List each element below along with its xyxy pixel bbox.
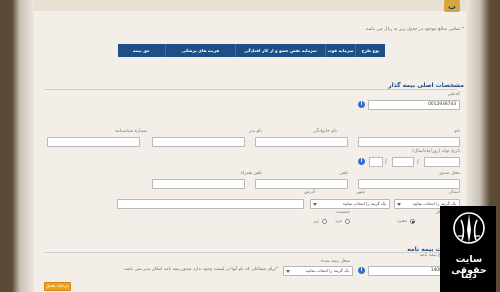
male-option-label: مرد bbox=[334, 219, 342, 224]
family-input[interactable] bbox=[255, 137, 348, 147]
date-separator: / bbox=[417, 159, 419, 165]
section-divider bbox=[44, 89, 457, 90]
national-code-label: کدملی bbox=[447, 92, 460, 97]
scales-of-justice-icon bbox=[453, 212, 485, 244]
issue-place-input[interactable] bbox=[358, 179, 460, 189]
date-separator: / bbox=[385, 159, 387, 165]
city-select[interactable]: یک گزینه را انتخاب نمایید bbox=[310, 199, 390, 209]
single-option-label: مجرد bbox=[396, 219, 407, 224]
top-bar bbox=[34, 0, 466, 11]
city-select-value: یک گزینه را انتخاب نمایید bbox=[342, 201, 386, 206]
birth-date-label: تاریخ تولد (روز/ماه/سال) bbox=[412, 149, 460, 154]
chevron-down-icon bbox=[313, 203, 317, 206]
currency-note: * تمامی مبالغ موجود در جدول زیر به ریال … bbox=[364, 27, 464, 32]
watermark-text-line2: دینا bbox=[461, 270, 477, 281]
birth-month-input[interactable] bbox=[392, 157, 414, 167]
female-option-label: زن bbox=[313, 219, 319, 224]
national-code-input[interactable]: 0012938743 bbox=[368, 100, 460, 110]
job-class-select[interactable]: یک گزینه را انتخاب نمایید bbox=[283, 266, 353, 276]
info-icon[interactable]: i bbox=[358, 158, 365, 165]
insurance-logo: ب bbox=[444, 0, 460, 12]
column-premium: حق بیمه bbox=[133, 48, 150, 53]
father-name-input[interactable] bbox=[152, 137, 245, 147]
issue-place-label: محل صدور bbox=[438, 171, 460, 176]
coverage-table-header: نوع طرح سرمایه فوت سرمایه نقص عضو و از ک… bbox=[118, 44, 385, 57]
birth-year-input[interactable] bbox=[424, 157, 460, 167]
father-label: نام پدر bbox=[249, 129, 262, 134]
job-class-label: شغل بیمه شده bbox=[321, 259, 350, 264]
phone-label: تلفن bbox=[339, 171, 348, 176]
birth-day-input[interactable] bbox=[369, 157, 383, 167]
info-icon[interactable]: i bbox=[358, 267, 365, 274]
column-plan-type: نوع طرح bbox=[355, 44, 385, 57]
job-warning: *برای مشاغلی که نام آنها در لیست وجود ند… bbox=[123, 267, 278, 272]
id-number-input[interactable] bbox=[47, 137, 140, 147]
job-class-select-value: یک گزینه را انتخاب نمایید bbox=[305, 268, 349, 273]
name-label: نام bbox=[454, 129, 460, 134]
gender-label: جنسیت bbox=[335, 210, 350, 215]
province-label: استان bbox=[448, 190, 460, 195]
column-death-capital: سرمایه فوت bbox=[325, 44, 355, 57]
id-number-label: شماره شناسنامه bbox=[114, 129, 147, 134]
info-icon[interactable]: i bbox=[358, 101, 365, 108]
column-medical-costs: هزینه های پزشکی bbox=[165, 44, 235, 57]
city-label: شهر bbox=[356, 190, 365, 195]
address-input[interactable] bbox=[117, 199, 304, 209]
address-label: آدرس bbox=[303, 190, 315, 195]
mobile-input[interactable] bbox=[152, 179, 245, 189]
column-disability-capital: سرمایه نقص عضو و از کار افتادگی bbox=[235, 44, 325, 57]
name-input[interactable] bbox=[358, 137, 460, 147]
family-label: نام خانوادگی bbox=[312, 129, 337, 134]
single-radio[interactable] bbox=[410, 219, 415, 224]
policyholder-section-title: مشخصات اصلی بیمه گذار bbox=[388, 82, 464, 89]
section-divider bbox=[44, 252, 457, 253]
female-radio[interactable] bbox=[322, 219, 327, 224]
phone-input[interactable] bbox=[255, 179, 348, 189]
next-step-button[interactable]: مرحله بعدی bbox=[44, 282, 71, 291]
chevron-down-icon bbox=[286, 270, 290, 273]
male-radio[interactable] bbox=[345, 219, 350, 224]
chevron-down-icon bbox=[397, 203, 401, 206]
mobile-label: تلفن همراه bbox=[240, 171, 262, 176]
